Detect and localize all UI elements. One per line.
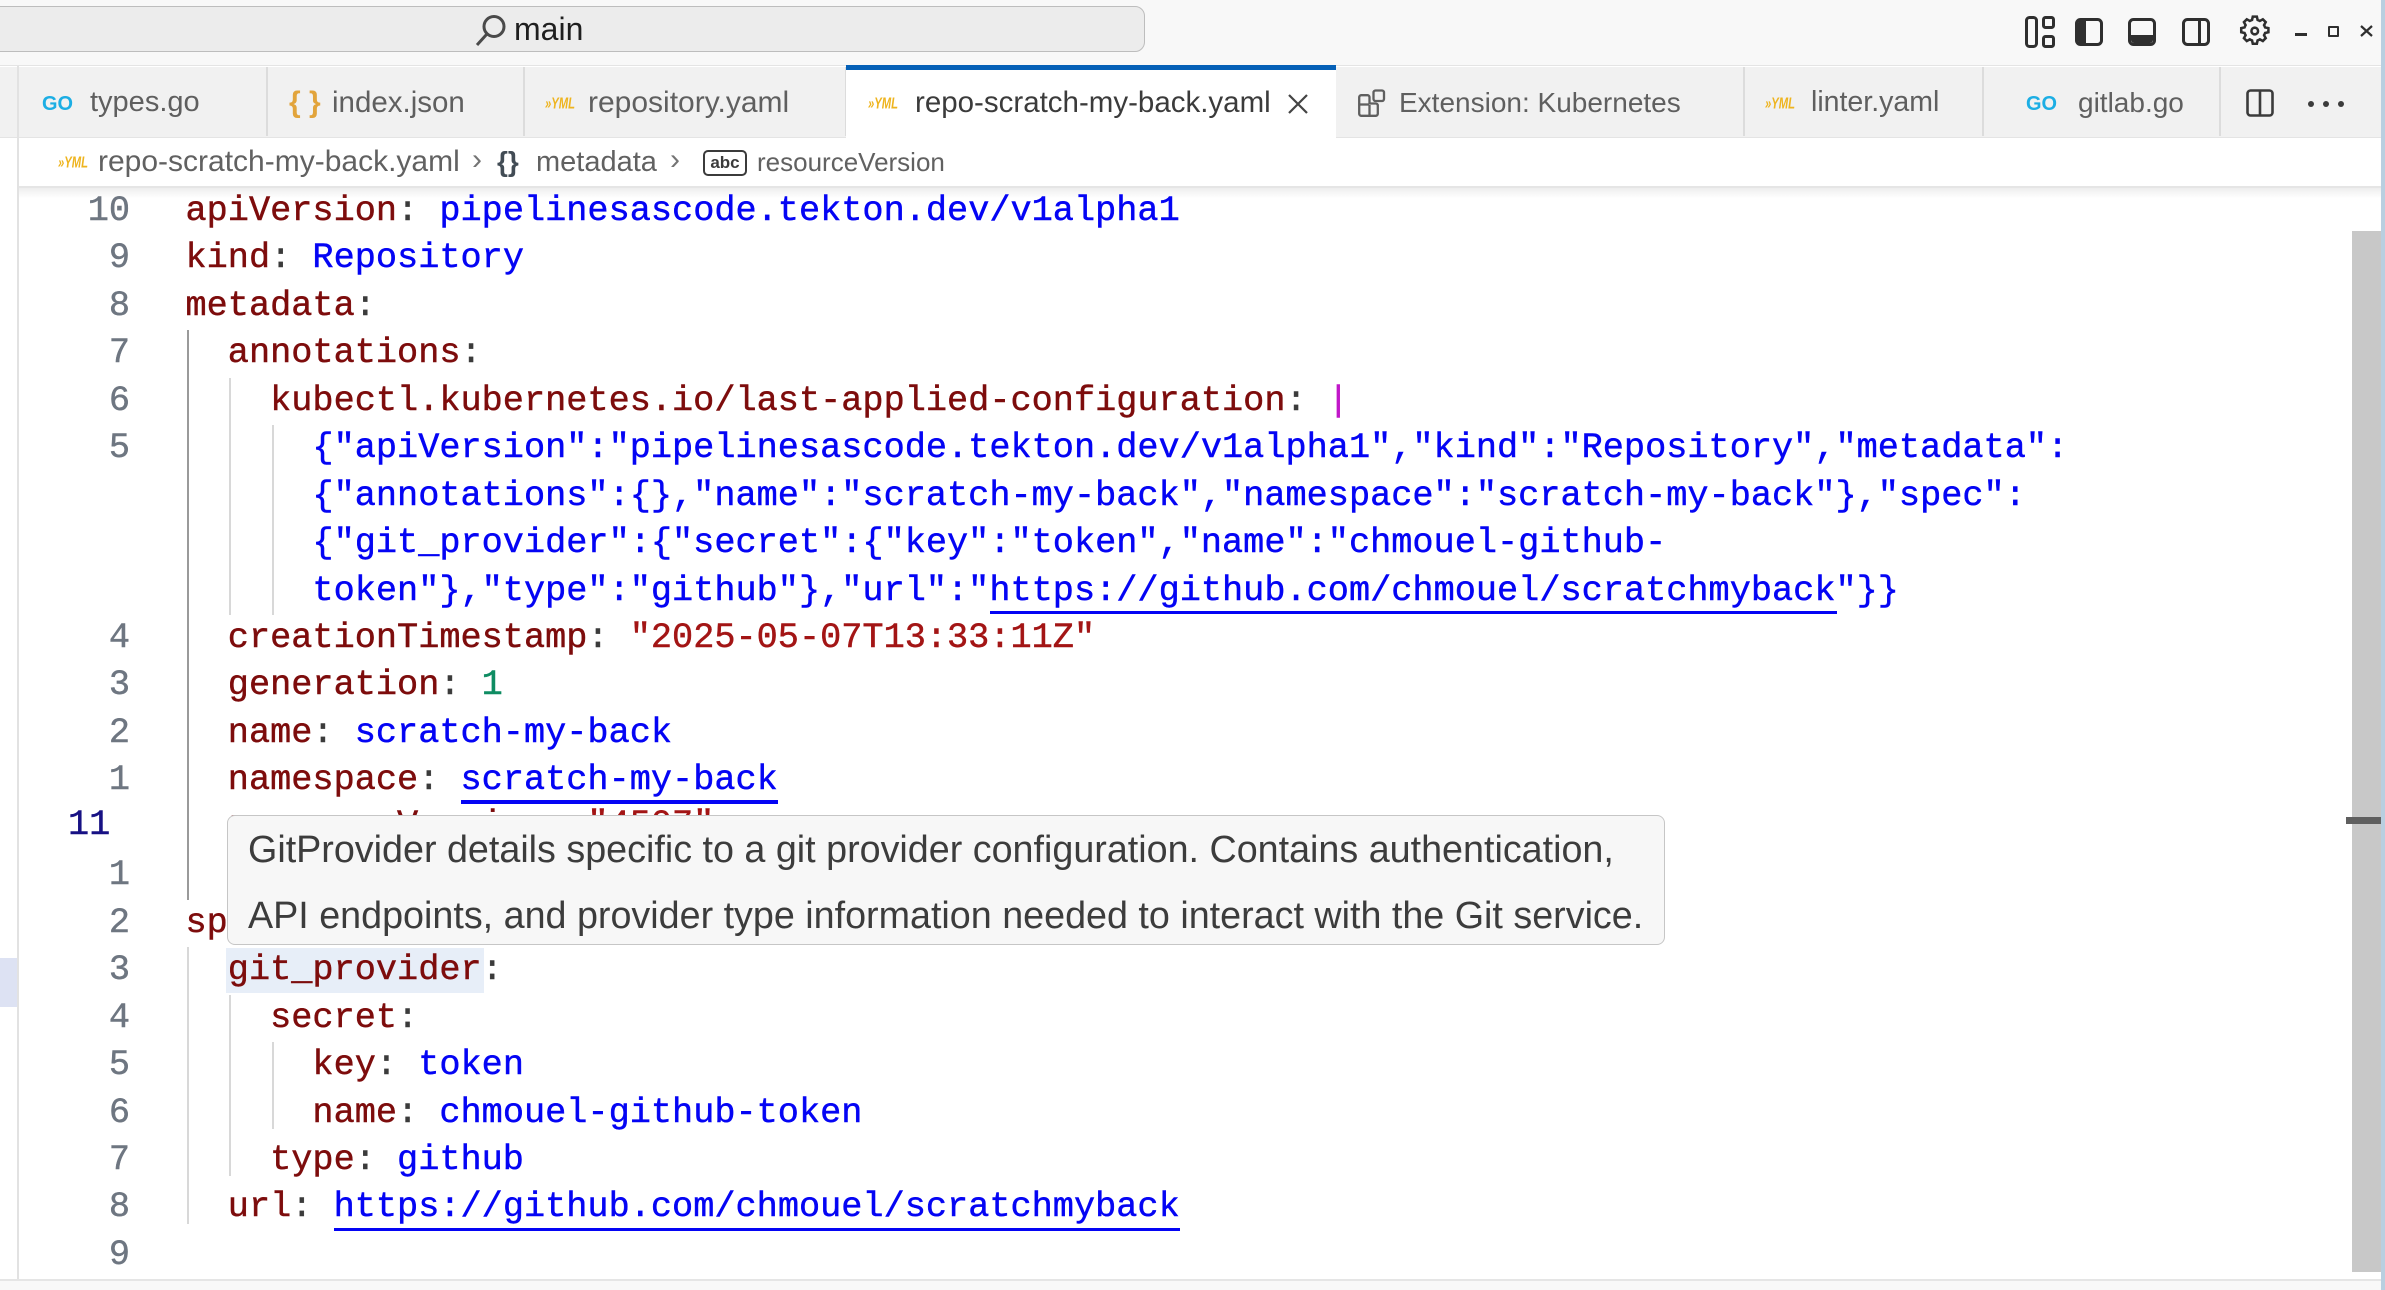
svg-text:»YML: »YML — [58, 155, 88, 172]
svg-text:GO: GO — [2026, 93, 2057, 115]
svg-text:»YML: »YML — [545, 96, 575, 113]
svg-text:GO: GO — [42, 93, 73, 115]
svg-text:»YML: »YML — [868, 96, 898, 113]
svg-text:»YML: »YML — [1765, 96, 1795, 113]
